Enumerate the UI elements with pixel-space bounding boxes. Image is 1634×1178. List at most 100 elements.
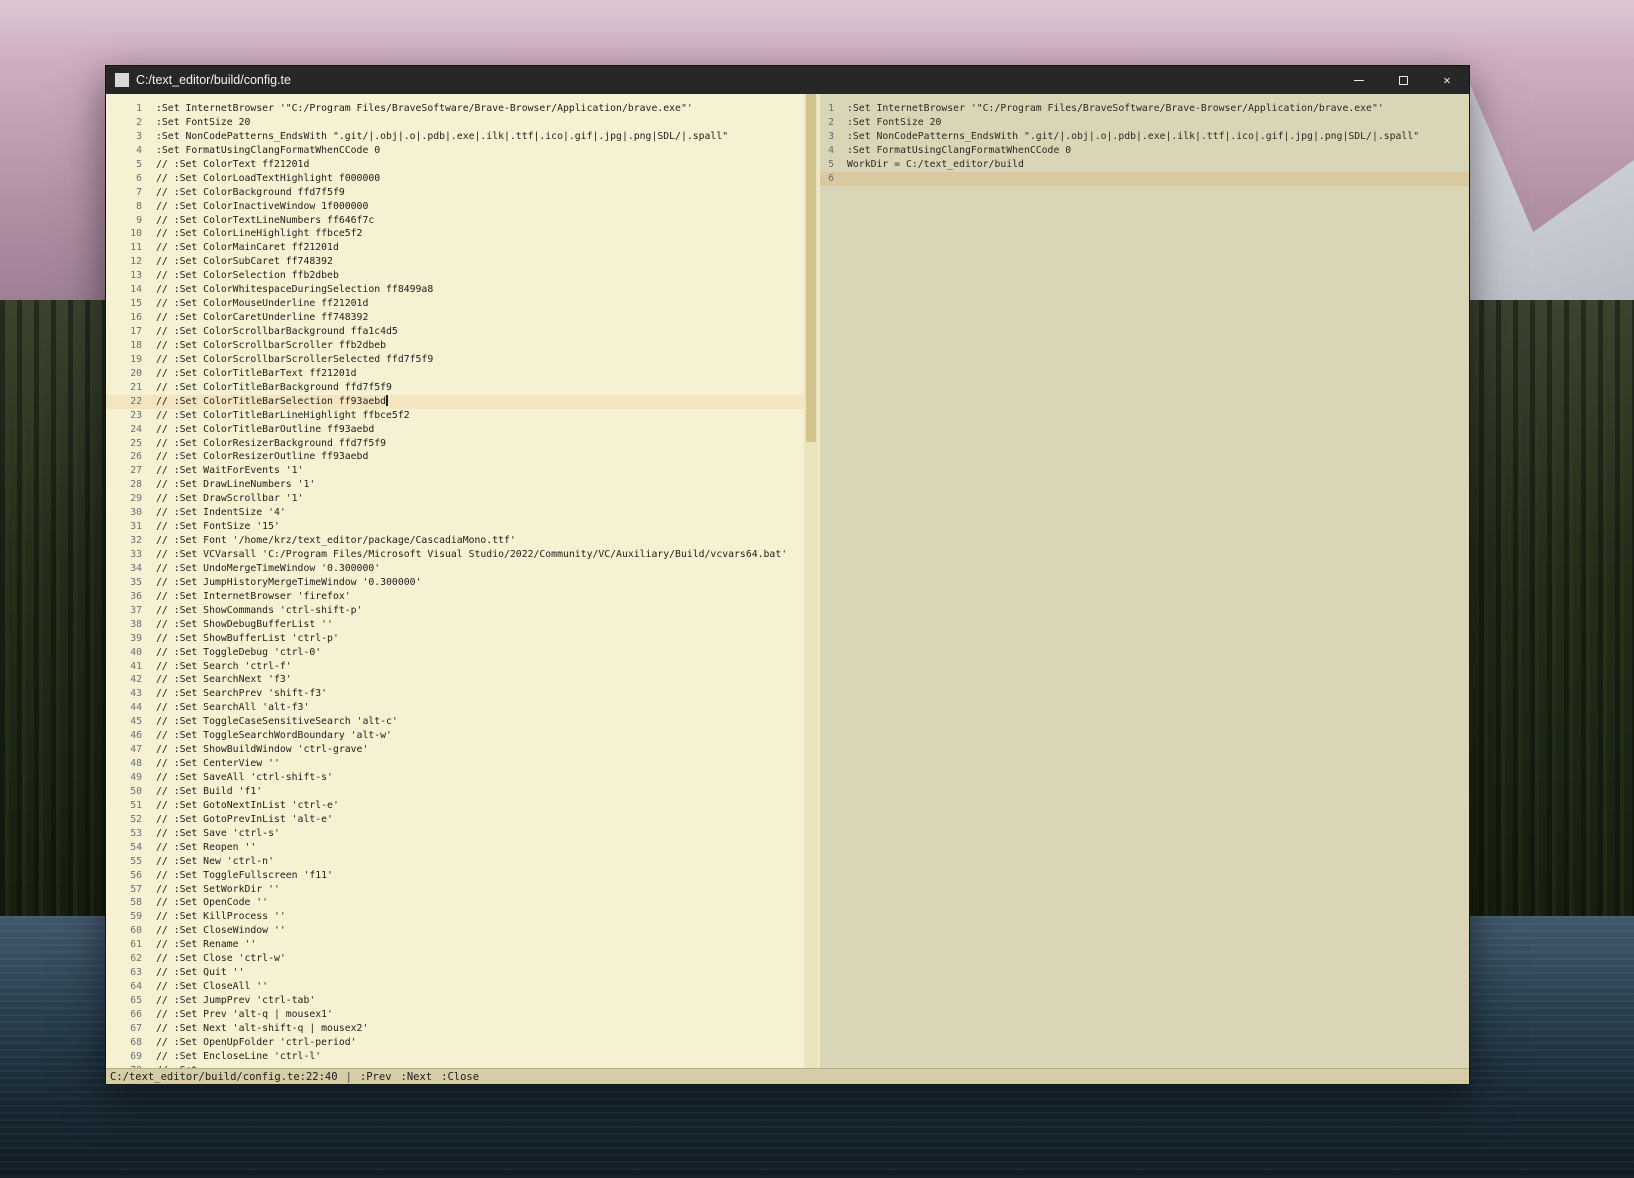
code-line-39[interactable]: 39// :Set ShowBufferList 'ctrl-p' [106, 632, 804, 646]
code-text: // :Set EncloseLine 'ctrl-l' [156, 1050, 321, 1064]
code-text: // :Set SetWorkDir '' [156, 883, 280, 897]
code-line-49[interactable]: 49// :Set SaveAll 'ctrl-shift-s' [106, 771, 804, 785]
code-text: // :Set WaitForEvents '1' [156, 464, 303, 478]
code-text: // :Set InternetBrowser 'firefox' [156, 590, 351, 604]
code-line-64[interactable]: 64// :Set CloseAll '' [106, 980, 804, 994]
code-line-2[interactable]: 2:Set FontSize 20 [820, 116, 1469, 130]
code-line-66[interactable]: 66// :Set Prev 'alt-q | mousex1' [106, 1008, 804, 1022]
code-line-57[interactable]: 57// :Set SetWorkDir '' [106, 883, 804, 897]
code-line-5[interactable]: 5WorkDir = C:/text_editor/build [820, 158, 1469, 172]
code-line-31[interactable]: 31// :Set FontSize '15' [106, 520, 804, 534]
code-line-41[interactable]: 41// :Set Search 'ctrl-f' [106, 660, 804, 674]
code-line-10[interactable]: 10// :Set ColorLineHighlight ffbce5f2 [106, 227, 804, 241]
line-number: 6 [820, 172, 834, 186]
scrollbar-thumb[interactable] [806, 94, 816, 442]
code-line-19[interactable]: 19// :Set ColorScrollbarScrollerSelected… [106, 353, 804, 367]
code-line-16[interactable]: 16// :Set ColorCaretUnderline ff748392 [106, 311, 804, 325]
code-line-53[interactable]: 53// :Set Save 'ctrl-s' [106, 827, 804, 841]
code-line-2[interactable]: 2:Set FontSize 20 [106, 116, 804, 130]
code-line-69[interactable]: 69// :Set EncloseLine 'ctrl-l' [106, 1050, 804, 1064]
editor-pane-active[interactable]: 1:Set InternetBrowser '"C:/Program Files… [106, 94, 804, 1068]
code-line-42[interactable]: 42// :Set SearchNext 'f3' [106, 673, 804, 687]
code-line-46[interactable]: 46// :Set ToggleSearchWordBoundary 'alt-… [106, 729, 804, 743]
editor-pane-inactive[interactable]: 1:Set InternetBrowser '"C:/Program Files… [820, 94, 1469, 1068]
code-line-3[interactable]: 3:Set NonCodePatterns_EndsWith ".git/|.o… [820, 130, 1469, 144]
code-line-29[interactable]: 29// :Set DrawScrollbar '1' [106, 492, 804, 506]
code-text: // :Set ColorInactiveWindow 1f000000 [156, 200, 368, 214]
code-line-55[interactable]: 55// :Set New 'ctrl-n' [106, 855, 804, 869]
code-line-4[interactable]: 4:Set FormatUsingClangFormatWhenCCode 0 [106, 144, 804, 158]
code-line-68[interactable]: 68// :Set OpenUpFolder 'ctrl-period' [106, 1036, 804, 1050]
code-line-65[interactable]: 65// :Set JumpPrev 'ctrl-tab' [106, 994, 804, 1008]
code-line-59[interactable]: 59// :Set KillProcess '' [106, 910, 804, 924]
code-line-5[interactable]: 5// :Set ColorText ff21201d [106, 158, 804, 172]
code-line-35[interactable]: 35// :Set JumpHistoryMergeTimeWindow '0.… [106, 576, 804, 590]
line-number: 41 [106, 660, 142, 674]
code-line-47[interactable]: 47// :Set ShowBuildWindow 'ctrl-grave' [106, 743, 804, 757]
code-line-34[interactable]: 34// :Set UndoMergeTimeWindow '0.300000' [106, 562, 804, 576]
code-line-12[interactable]: 12// :Set ColorSubCaret ff748392 [106, 255, 804, 269]
code-line-21[interactable]: 21// :Set ColorTitleBarBackground ffd7f5… [106, 381, 804, 395]
code-line-60[interactable]: 60// :Set CloseWindow '' [106, 924, 804, 938]
code-line-63[interactable]: 63// :Set Quit '' [106, 966, 804, 980]
code-line-37[interactable]: 37// :Set ShowCommands 'ctrl-shift-p' [106, 604, 804, 618]
code-line-8[interactable]: 8// :Set ColorInactiveWindow 1f000000 [106, 200, 804, 214]
code-line-40[interactable]: 40// :Set ToggleDebug 'ctrl-0' [106, 646, 804, 660]
line-number: 31 [106, 520, 142, 534]
code-line-6[interactable]: 6 [820, 172, 1469, 186]
code-line-70[interactable]: 70// :Set [106, 1064, 804, 1068]
code-line-43[interactable]: 43// :Set SearchPrev 'shift-f3' [106, 687, 804, 701]
code-text: :Set InternetBrowser '"C:/Program Files/… [156, 102, 693, 116]
close-button[interactable]: ✕ [1425, 66, 1469, 94]
code-line-61[interactable]: 61// :Set Rename '' [106, 938, 804, 952]
code-line-26[interactable]: 26// :Set ColorResizerOutline ff93aebd [106, 450, 804, 464]
code-line-27[interactable]: 27// :Set WaitForEvents '1' [106, 464, 804, 478]
code-line-56[interactable]: 56// :Set ToggleFullscreen 'f11' [106, 869, 804, 883]
code-line-48[interactable]: 48// :Set CenterView '' [106, 757, 804, 771]
status-command-prev[interactable]: :Prev [360, 1071, 392, 1083]
line-number: 9 [106, 214, 142, 228]
code-line-54[interactable]: 54// :Set Reopen '' [106, 841, 804, 855]
code-line-23[interactable]: 23// :Set ColorTitleBarLineHighlight ffb… [106, 409, 804, 423]
code-line-3[interactable]: 3:Set NonCodePatterns_EndsWith ".git/|.o… [106, 130, 804, 144]
code-line-58[interactable]: 58// :Set OpenCode '' [106, 896, 804, 910]
code-line-45[interactable]: 45// :Set ToggleCaseSensitiveSearch 'alt… [106, 715, 804, 729]
code-line-50[interactable]: 50// :Set Build 'f1' [106, 785, 804, 799]
code-line-18[interactable]: 18// :Set ColorScrollbarScroller ffb2dbe… [106, 339, 804, 353]
minimize-button[interactable] [1337, 66, 1381, 94]
code-line-20[interactable]: 20// :Set ColorTitleBarText ff21201d [106, 367, 804, 381]
code-line-28[interactable]: 28// :Set DrawLineNumbers '1' [106, 478, 804, 492]
code-line-4[interactable]: 4:Set FormatUsingClangFormatWhenCCode 0 [820, 144, 1469, 158]
code-line-44[interactable]: 44// :Set SearchAll 'alt-f3' [106, 701, 804, 715]
scrollbar[interactable] [804, 94, 818, 1068]
code-line-22[interactable]: 22// :Set ColorTitleBarSelection ff93aeb… [106, 395, 804, 409]
code-line-7[interactable]: 7// :Set ColorBackground ffd7f5f9 [106, 186, 804, 200]
code-line-38[interactable]: 38// :Set ShowDebugBufferList '' [106, 618, 804, 632]
code-line-62[interactable]: 62// :Set Close 'ctrl-w' [106, 952, 804, 966]
code-line-1[interactable]: 1:Set InternetBrowser '"C:/Program Files… [820, 102, 1469, 116]
code-line-13[interactable]: 13// :Set ColorSelection ffb2dbeb [106, 269, 804, 283]
code-line-1[interactable]: 1:Set InternetBrowser '"C:/Program Files… [106, 102, 804, 116]
status-command-next[interactable]: :Next [401, 1071, 433, 1083]
code-line-67[interactable]: 67// :Set Next 'alt-shift-q | mousex2' [106, 1022, 804, 1036]
titlebar[interactable]: C:/text_editor/build/config.te ✕ [106, 66, 1469, 94]
code-line-15[interactable]: 15// :Set ColorMouseUnderline ff21201d [106, 297, 804, 311]
code-line-30[interactable]: 30// :Set IndentSize '4' [106, 506, 804, 520]
line-number: 50 [106, 785, 142, 799]
code-line-14[interactable]: 14// :Set ColorWhitespaceDuringSelection… [106, 283, 804, 297]
code-line-11[interactable]: 11// :Set ColorMainCaret ff21201d [106, 241, 804, 255]
code-line-36[interactable]: 36// :Set InternetBrowser 'firefox' [106, 590, 804, 604]
code-line-33[interactable]: 33// :Set VCVarsall 'C:/Program Files/Mi… [106, 548, 804, 562]
code-line-24[interactable]: 24// :Set ColorTitleBarOutline ff93aebd [106, 423, 804, 437]
status-command-close[interactable]: :Close [441, 1071, 479, 1083]
line-number: 55 [106, 855, 142, 869]
code-line-17[interactable]: 17// :Set ColorScrollbarBackground ffa1c… [106, 325, 804, 339]
code-line-51[interactable]: 51// :Set GotoNextInList 'ctrl-e' [106, 799, 804, 813]
code-line-52[interactable]: 52// :Set GotoPrevInList 'alt-e' [106, 813, 804, 827]
code-line-9[interactable]: 9// :Set ColorTextLineNumbers ff646f7c [106, 214, 804, 228]
maximize-button[interactable] [1381, 66, 1425, 94]
code-line-32[interactable]: 32// :Set Font '/home/krz/text_editor/pa… [106, 534, 804, 548]
code-line-25[interactable]: 25// :Set ColorResizerBackground ffd7f5f… [106, 437, 804, 451]
line-number: 47 [106, 743, 142, 757]
code-line-6[interactable]: 6// :Set ColorLoadTextHighlight f000000 [106, 172, 804, 186]
